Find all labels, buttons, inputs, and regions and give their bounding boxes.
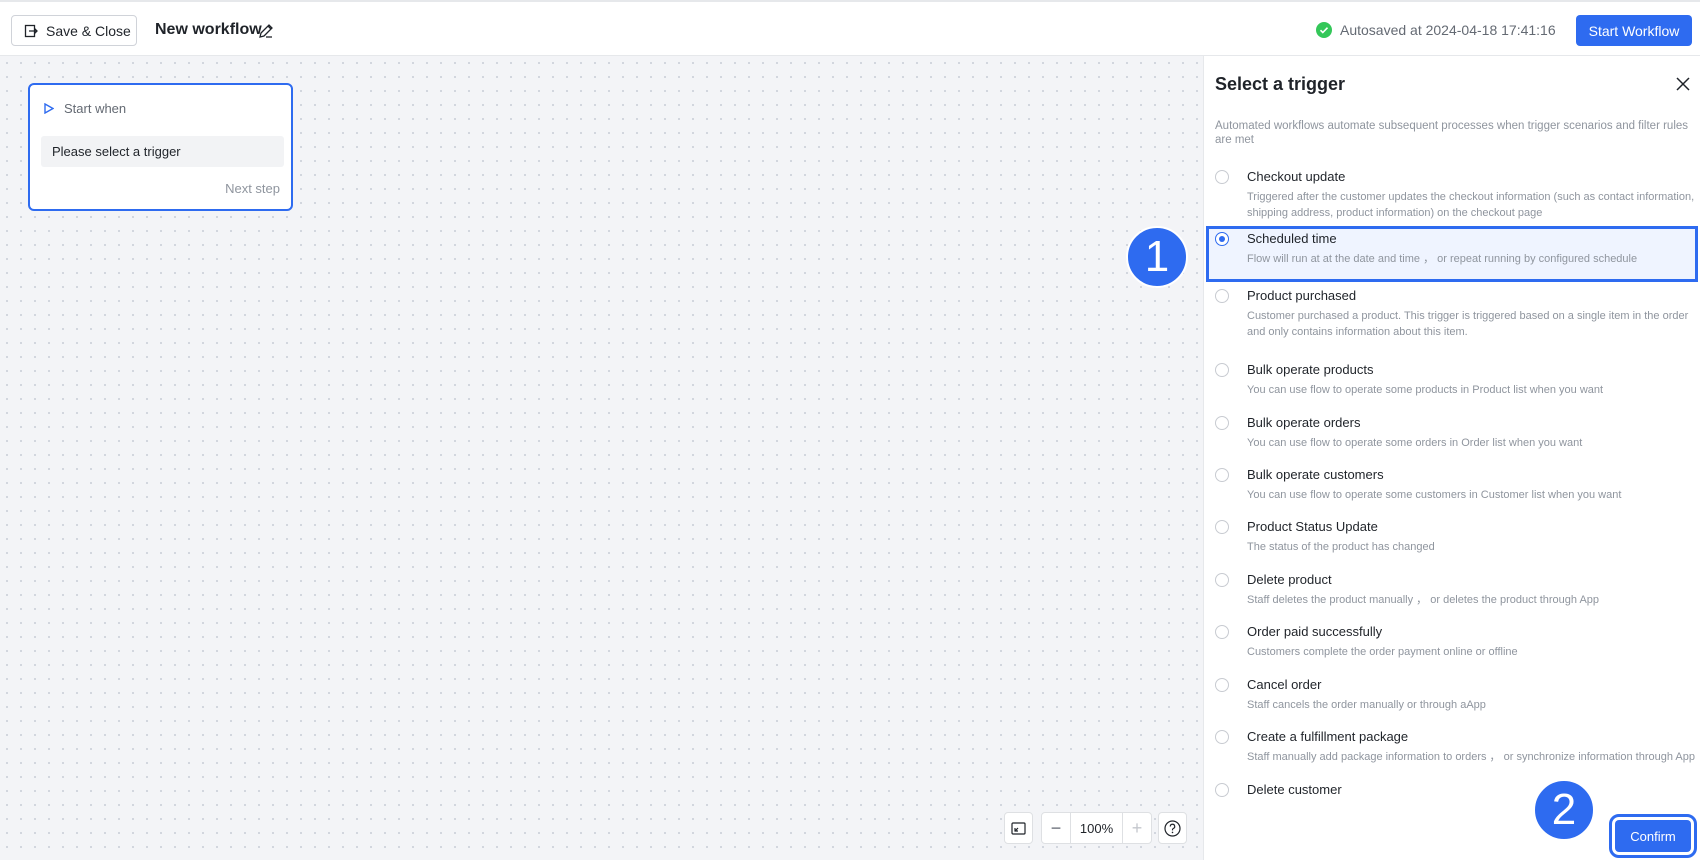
trigger-name: Bulk operate orders bbox=[1247, 415, 1361, 430]
radio-button[interactable] bbox=[1215, 468, 1229, 482]
edit-pencil-icon[interactable] bbox=[257, 22, 275, 40]
zoom-control: − 100% + bbox=[1041, 812, 1152, 844]
radio-button[interactable] bbox=[1215, 678, 1229, 692]
trigger-option[interactable]: Delete product Staff deletes the product … bbox=[1206, 567, 1698, 617]
trigger-option[interactable]: Bulk operate products You can use flow to… bbox=[1206, 357, 1698, 407]
radio-button[interactable] bbox=[1215, 730, 1229, 744]
start-node[interactable]: Start when Please select a trigger Next … bbox=[28, 83, 293, 211]
fit-view-button[interactable] bbox=[1004, 812, 1033, 844]
workflow-title: New workflow bbox=[155, 21, 262, 38]
trigger-name: Bulk operate products bbox=[1247, 362, 1374, 377]
panel-title: Select a trigger bbox=[1215, 74, 1346, 94]
zoom-out-button[interactable]: − bbox=[1042, 813, 1070, 843]
radio-button[interactable] bbox=[1215, 783, 1229, 797]
save-close-label: Save & Close bbox=[46, 22, 131, 39]
trigger-option[interactable]: Cancel order Staff cancels the order manu… bbox=[1206, 672, 1698, 722]
trigger-description: Staff deletes the product manually ， or … bbox=[1247, 594, 1600, 606]
trigger-name: Scheduled time bbox=[1247, 231, 1337, 246]
confirm-button[interactable]: Confirm bbox=[1609, 814, 1697, 858]
trigger-description: You can use flow to operate some orders … bbox=[1247, 437, 1583, 449]
trigger-option[interactable]: Delete customer bbox=[1206, 777, 1698, 807]
radio-button[interactable] bbox=[1215, 573, 1229, 587]
trigger-option[interactable]: Checkout update Triggered after the custo… bbox=[1206, 164, 1698, 224]
trigger-panel: Select a trigger Automated workflows aut… bbox=[1203, 56, 1700, 860]
check-circle-icon bbox=[1316, 22, 1332, 38]
radio-button[interactable] bbox=[1215, 363, 1229, 377]
trigger-option[interactable]: Bulk operate orders You can use flow to o… bbox=[1206, 410, 1698, 460]
trigger-name: Product purchased bbox=[1247, 288, 1357, 303]
trigger-name: Delete product bbox=[1247, 572, 1332, 587]
radio-button[interactable] bbox=[1215, 170, 1229, 184]
node-header: Start when bbox=[44, 101, 126, 116]
radio-button[interactable] bbox=[1215, 232, 1229, 246]
trigger-option[interactable]: Product purchased Customer purchased a pr… bbox=[1206, 283, 1698, 353]
workflow-canvas[interactable]: Start when Please select a trigger Next … bbox=[0, 56, 1203, 860]
top-bar: Save & Close New workflow Autosaved at 2… bbox=[0, 0, 1700, 56]
trigger-name: Checkout update bbox=[1247, 169, 1346, 184]
trigger-name: Product Status Update bbox=[1247, 519, 1378, 534]
exit-icon bbox=[24, 24, 38, 37]
trigger-option[interactable]: Bulk operate customers You can use flow t… bbox=[1206, 462, 1698, 512]
trigger-description: Staff manually add package information t… bbox=[1247, 751, 1695, 763]
help-button[interactable] bbox=[1158, 812, 1187, 844]
trigger-option[interactable]: Scheduled time Flow will run at at the da… bbox=[1206, 226, 1698, 282]
trigger-description: The status of the product has changed bbox=[1247, 541, 1435, 553]
panel-description: Automated workflows automate subsequent … bbox=[1215, 120, 1689, 146]
zoom-level: 100% bbox=[1070, 813, 1123, 843]
select-trigger-field[interactable]: Please select a trigger bbox=[41, 136, 284, 167]
question-circle-icon bbox=[1164, 819, 1181, 837]
trigger-description: Flow will run at at the date and time ， … bbox=[1247, 253, 1638, 265]
trigger-name: Order paid successfully bbox=[1247, 624, 1383, 639]
radio-button[interactable] bbox=[1215, 289, 1229, 303]
close-icon[interactable] bbox=[1674, 75, 1692, 93]
trigger-option[interactable]: Order paid successfully Customers complet… bbox=[1206, 619, 1698, 669]
autosave-text: Autosaved at 2024-04-18 17:41:16 bbox=[1340, 22, 1556, 38]
radio-button[interactable] bbox=[1215, 625, 1229, 639]
trigger-description: You can use flow to operate some custome… bbox=[1247, 489, 1622, 501]
trigger-name: Delete customer bbox=[1247, 782, 1342, 797]
step-marker-2: 2 bbox=[1533, 779, 1595, 841]
trigger-description: Customers complete the order payment onl… bbox=[1247, 646, 1518, 658]
trigger-name: Bulk operate customers bbox=[1247, 467, 1384, 482]
start-workflow-button[interactable]: Start Workflow bbox=[1576, 15, 1692, 46]
radio-button[interactable] bbox=[1215, 416, 1229, 430]
play-icon bbox=[44, 103, 54, 114]
autosave-status: Autosaved at 2024-04-18 17:41:16 bbox=[1316, 22, 1556, 38]
trigger-description: You can use flow to operate some product… bbox=[1247, 384, 1604, 396]
trigger-name: Cancel order bbox=[1247, 677, 1322, 692]
fit-screen-icon bbox=[1011, 821, 1026, 835]
radio-button[interactable] bbox=[1215, 520, 1229, 534]
trigger-description: Triggered after the customer updates the… bbox=[1247, 191, 1695, 219]
node-header-label: Start when bbox=[64, 101, 127, 116]
trigger-name: Create a fulfillment package bbox=[1247, 729, 1409, 744]
next-step-link[interactable]: Next step bbox=[225, 181, 280, 196]
trigger-description: Customer purchased a product. This trigg… bbox=[1247, 310, 1689, 338]
trigger-description: Staff cancels the order manually or thro… bbox=[1247, 699, 1486, 711]
trigger-option[interactable]: Product Status Update The status of the p… bbox=[1206, 514, 1698, 564]
zoom-in-button[interactable]: + bbox=[1123, 813, 1151, 843]
save-close-button[interactable]: Save & Close bbox=[11, 15, 137, 46]
step-marker-1: 1 bbox=[1126, 226, 1188, 288]
